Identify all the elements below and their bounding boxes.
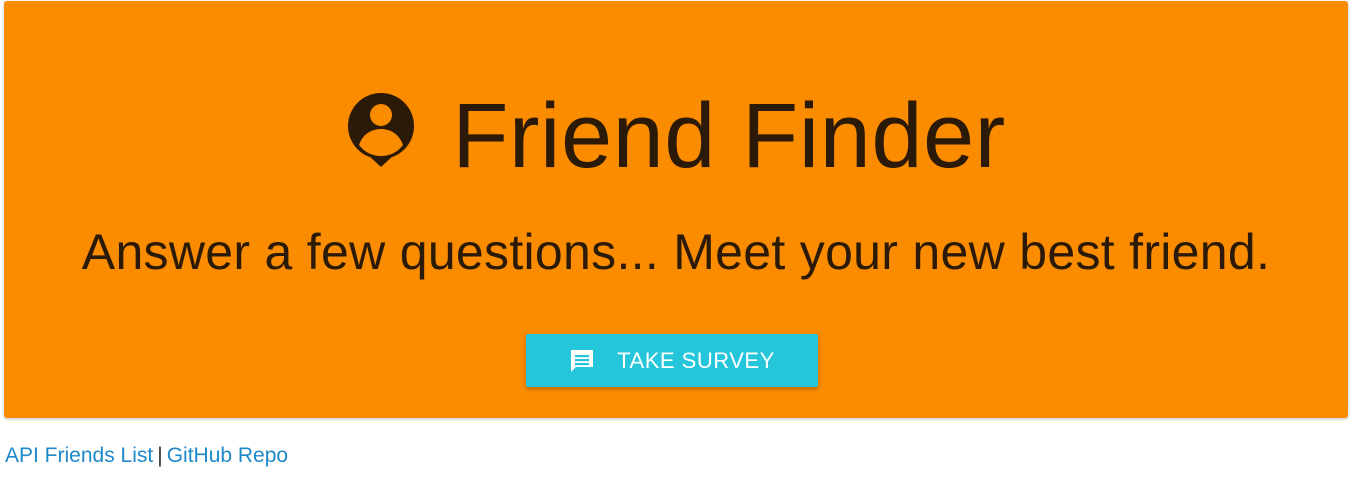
title-row: Friend Finder (4, 81, 1348, 191)
page-title: Friend Finder (452, 85, 1006, 187)
comment-icon (569, 348, 595, 374)
link-separator: | (157, 444, 163, 467)
footer-links: API Friends List | GitHub Repo (5, 444, 288, 468)
take-survey-label: TAKE SURVEY (617, 347, 775, 373)
github-repo-link[interactable]: GitHub Repo (167, 444, 288, 467)
take-survey-button[interactable]: TAKE SURVEY (526, 334, 818, 387)
api-friends-list-link[interactable]: API Friends List (5, 444, 153, 467)
tagline: Answer a few questions... Meet your new … (81, 224, 1271, 280)
person-pin-icon (346, 93, 416, 167)
